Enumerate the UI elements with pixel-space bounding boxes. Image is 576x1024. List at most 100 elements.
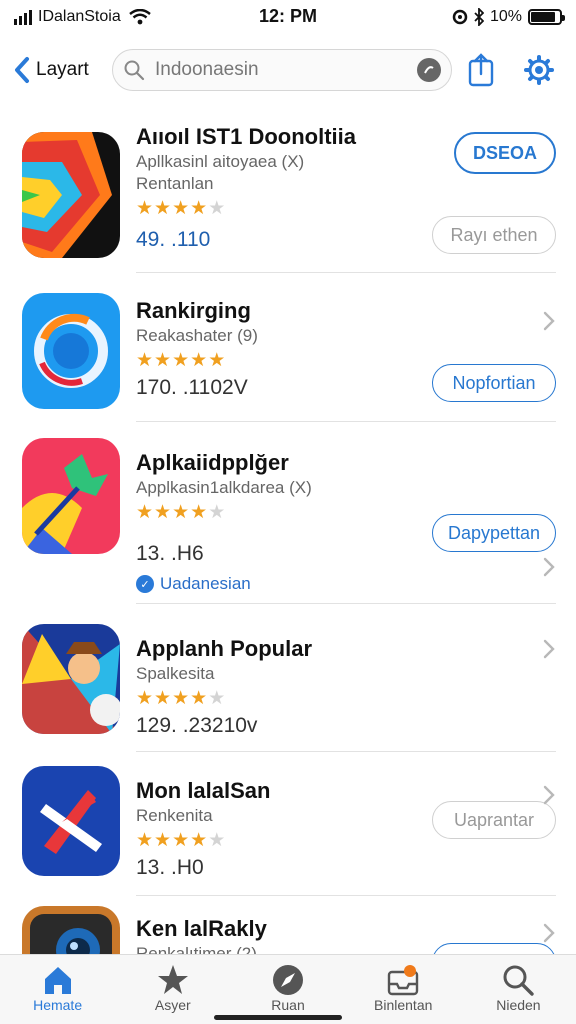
wifi-icon <box>128 9 151 25</box>
location-icon <box>452 9 468 25</box>
star-icon: ★ <box>190 688 209 709</box>
gear-icon[interactable] <box>522 52 556 88</box>
bluetooth-icon <box>474 8 484 26</box>
share-icon[interactable] <box>464 52 498 88</box>
get-button[interactable]: Dapypettan <box>432 514 556 552</box>
app-icon <box>22 132 120 258</box>
star-rating: ★★★★★ <box>136 501 312 524</box>
star-icon: ★ <box>208 502 227 523</box>
search-bar[interactable] <box>112 49 452 91</box>
star-icon: ★ <box>136 830 155 851</box>
battery-percent: 10% <box>489 8 522 25</box>
carrier-name: IDalanStoia <box>38 8 121 25</box>
get-button[interactable]: DSEOA <box>454 132 556 174</box>
chevron-left-icon <box>15 57 29 83</box>
chevron-right-icon[interactable] <box>542 784 556 806</box>
app-icon <box>22 906 120 954</box>
star-icon: ★ <box>154 198 173 219</box>
star-icon: ★ <box>190 198 209 219</box>
search-input[interactable] <box>155 59 407 81</box>
star-icon: ★ <box>190 350 209 371</box>
app-subtitle: Renkalıtimer (2) <box>136 944 257 954</box>
tab-search[interactable]: Nieden <box>461 955 576 1024</box>
app-subtitle: Spalkesita <box>136 664 215 683</box>
badge-label: Uadanesian <box>160 574 251 593</box>
battery-icon <box>528 9 565 25</box>
chevron-right-icon[interactable] <box>542 638 556 660</box>
tab-label: Binlentan <box>374 997 433 1013</box>
app-name: Ken lalRakly <box>136 916 267 941</box>
secondary-button[interactable]: Rayı ethen <box>432 216 556 254</box>
tab-label: Nieden <box>496 997 541 1013</box>
list-item[interactable]: Aplkaiidpplğer Applkasin1alkdarea (X) ★★… <box>0 422 576 604</box>
star-icon: ★ <box>154 830 173 851</box>
navigation-bar: Layart <box>0 44 576 96</box>
app-icon <box>22 438 120 554</box>
back-button[interactable]: Layart <box>12 55 112 85</box>
home-icon <box>44 967 71 994</box>
verified-badge: ✓ Uadanesian <box>136 574 312 594</box>
star-icon: ★ <box>190 502 209 523</box>
app-list: Aııoıl IST1 Doonoltiia Apllkasinl aitoya… <box>0 106 576 954</box>
tab-label: Ruan <box>271 997 305 1013</box>
tab-home[interactable]: Hemate <box>0 955 115 1024</box>
app-icon <box>22 624 120 734</box>
get-button[interactable]: Nopfortian <box>432 364 556 402</box>
check-icon: ✓ <box>136 575 154 593</box>
star-icon: ★ <box>172 502 191 523</box>
star-icon <box>157 965 188 994</box>
star-icon: ★ <box>136 688 155 709</box>
review-count: 13. .H0 <box>136 856 204 879</box>
tab-bar: Hemate Asyer Ruan Binlentan Nieden <box>0 954 576 1024</box>
star-icon: ★ <box>154 502 173 523</box>
tab-label: Asyer <box>154 997 191 1013</box>
app-icon <box>22 766 120 876</box>
star-icon: ★ <box>136 502 155 523</box>
star-icon: ★ <box>136 198 155 219</box>
list-item[interactable]: Rankirging Reakashater (9) ★★★★★ 170. .1… <box>0 274 576 422</box>
app-name: Rankirging <box>136 298 251 323</box>
chevron-right-icon[interactable] <box>542 922 556 944</box>
app-name: Mon lalalSan <box>136 778 271 803</box>
tab-label: Hemate <box>33 997 83 1013</box>
signal-icon <box>14 9 32 25</box>
list-item[interactable]: Mon lalalSan Renkenita ★★★★★ 13. .H0 Nap… <box>0 752 576 954</box>
app-subtitle: Reakashater (9) <box>136 326 258 345</box>
star-icon: ★ <box>136 350 155 371</box>
compass-icon <box>273 965 303 995</box>
star-icon: ★ <box>172 830 191 851</box>
chevron-right-icon[interactable] <box>542 556 556 578</box>
clear-icon[interactable] <box>417 58 441 82</box>
list-item[interactable]: Ken lalRakly Renkalıtimer (2) <box>0 896 576 954</box>
review-count: 13. .H6 <box>136 542 204 565</box>
star-icon: ★ <box>208 830 227 851</box>
star-icon: ★ <box>154 688 173 709</box>
app-category: Rentanlan <box>136 174 214 193</box>
star-icon: ★ <box>172 688 191 709</box>
list-item[interactable]: Aııoıl IST1 Doonoltiia Apllkasinl aitoya… <box>0 106 576 274</box>
search-icon <box>503 965 535 996</box>
app-name: Aııoıl IST1 Doonoltiia <box>136 124 356 149</box>
back-label: Layart <box>36 59 89 80</box>
star-icon: ★ <box>208 350 227 371</box>
star-icon: ★ <box>172 350 191 371</box>
app-subtitle: Applkasin1alkdarea (X) <box>136 478 312 497</box>
search-icon <box>124 60 145 81</box>
star-icon: ★ <box>208 198 227 219</box>
star-rating: ★★★★★ <box>136 829 270 852</box>
app-name: Aplkaiidpplğer <box>136 450 289 475</box>
app-icon <box>22 293 120 409</box>
star-icon: ★ <box>208 688 227 709</box>
tab-explore[interactable]: Ruan <box>230 955 345 1024</box>
star-rating: ★★★★★ <box>136 349 258 372</box>
divider <box>136 272 556 273</box>
chevron-right-icon[interactable] <box>542 310 556 332</box>
tab-updates[interactable]: Binlentan <box>346 955 461 1024</box>
tab-featured[interactable]: Asyer <box>115 955 230 1024</box>
star-icon: ★ <box>190 830 209 851</box>
review-count: 170. .1102V <box>136 376 248 399</box>
star-icon: ★ <box>154 350 173 371</box>
app-subtitle: Apllkasinl aitoyaea (X) <box>136 152 305 171</box>
inbox-icon <box>388 965 419 996</box>
list-item[interactable]: Applanh Popular Spalkesita ★★★★★ 129. .2… <box>0 604 576 839</box>
